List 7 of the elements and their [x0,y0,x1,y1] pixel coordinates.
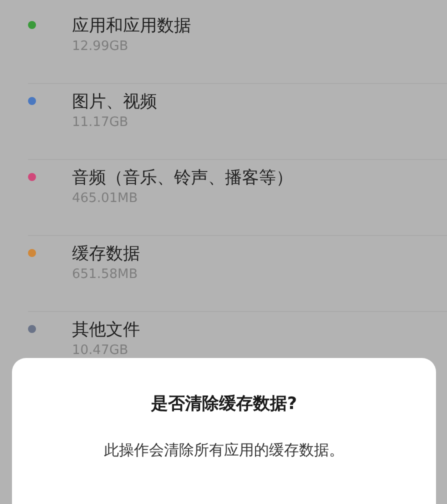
category-name: 其他文件 [72,319,140,342]
category-name: 应用和应用数据 [72,15,191,38]
category-name: 缓存数据 [72,243,140,266]
dialog-title: 是否清除缓存数据? [151,393,297,415]
dialog-message: 此操作会清除所有应用的缓存数据。 [104,441,344,460]
category-name: 图片、视频 [72,91,157,114]
category-name: 音频（音乐、铃声、播客等） [72,167,293,190]
